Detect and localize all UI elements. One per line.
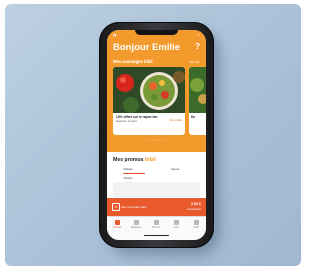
help-icon[interactable]: ?	[195, 42, 200, 51]
tab-home[interactable]: Accueil	[108, 220, 126, 229]
tab-list[interactable]: Liste	[167, 220, 185, 229]
savings-bar[interactable]: % Mon compteur bibil 2,50 € économisés	[107, 198, 206, 216]
promos-list	[113, 182, 200, 197]
offer-action-button[interactable]: J'en profite	[169, 119, 182, 122]
promos-label: Mes promos	[113, 157, 144, 163]
advantages-label: Mes avantages	[113, 59, 143, 64]
tab-home-label: Accueil	[113, 226, 121, 229]
tab-added[interactable]: Ajouts	[171, 167, 179, 171]
offer-food-image	[113, 67, 185, 113]
offer-card-next[interactable]: De	[189, 67, 206, 135]
app-header: ▮▮ ▭ Bonjour Emilie ? Mes avantages bibi…	[107, 30, 206, 152]
offer-next-title: De	[191, 115, 196, 119]
phone-device: ▮▮ ▭ Bonjour Emilie ? Mes avantages bibi…	[99, 22, 214, 248]
tag-icon	[153, 220, 159, 225]
offer-next-image	[189, 67, 206, 113]
tab-profile[interactable]: Profil	[187, 220, 205, 229]
tab-used[interactable]: Utilisés	[123, 167, 133, 171]
store-icon	[133, 220, 139, 225]
home-icon	[114, 220, 120, 225]
profile-icon	[193, 220, 199, 225]
promos-title: Mes promos bibil	[113, 157, 156, 163]
bottom-tab-bar: Accueil Magasins Promos Liste Profil	[107, 216, 206, 240]
offer-card[interactable]: 10% offert sur le rayon bio Magasins Fra…	[113, 67, 185, 135]
savings-amount: 2,50 €	[191, 202, 201, 206]
savings-label: Mon compteur bibil	[121, 205, 147, 209]
tab-promos-label: Promos	[151, 226, 161, 229]
status-time-icon: ▮▮	[113, 33, 117, 37]
tab-promos[interactable]: Promos	[147, 220, 165, 229]
percent-icon: %	[112, 203, 120, 211]
offer-title: 10% offert sur le rayon bio	[116, 115, 158, 119]
phone-notch	[135, 30, 178, 35]
carousel-dots[interactable]: • • • • •	[107, 138, 206, 142]
app-screen: ▮▮ ▭ Bonjour Emilie ? Mes avantages bibi…	[107, 30, 206, 240]
offer-subtitle: Magasins Franprix	[116, 120, 138, 123]
promos-sub-label: Valides	[123, 176, 133, 180]
tab-stores[interactable]: Magasins	[127, 220, 145, 229]
savings-unit: économisés	[187, 208, 201, 211]
active-tab-indicator	[123, 173, 145, 174]
see-all-link[interactable]: Voir tout	[189, 60, 200, 64]
greeting-title: Bonjour Emilie	[113, 42, 181, 53]
tab-list-label: Liste	[173, 226, 179, 229]
advantages-title: Mes avantages bibil	[113, 59, 153, 64]
promos-brand: bibil	[145, 157, 156, 163]
list-icon	[173, 220, 179, 225]
promos-tabs: Utilisés Ajouts	[113, 167, 200, 175]
status-battery-icon: ▭	[197, 33, 200, 37]
tab-profile-label: Profil	[193, 226, 199, 229]
advantages-brand: bibil	[143, 59, 153, 64]
tab-stores-label: Magasins	[130, 226, 142, 229]
home-indicator	[144, 235, 169, 237]
